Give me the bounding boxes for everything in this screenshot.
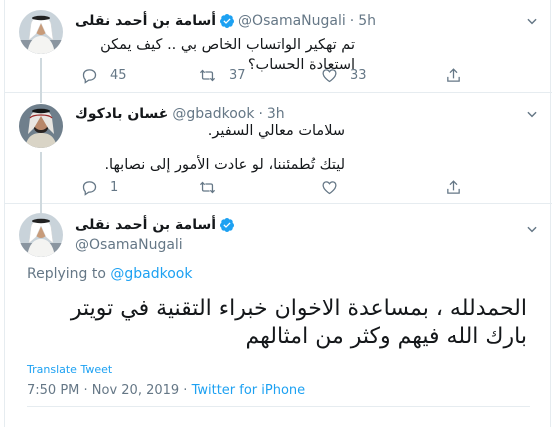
avatar-ghassan[interactable] bbox=[19, 104, 63, 148]
retweet-icon bbox=[199, 181, 216, 194]
share-icon bbox=[447, 180, 460, 194]
share-button[interactable] bbox=[445, 179, 462, 196]
tweet-text-line1: سلامات معالي السفير. bbox=[207, 123, 345, 139]
tweet-text: الحمدلله ، بمساعدة الاخوان خبراء التقنية… bbox=[70, 296, 527, 349]
tweet-ghassan[interactable]: غسان بادكوك @gbadkook · 3h سلامات معالي … bbox=[5, 93, 552, 204]
tweet-timestamp[interactable]: 7:50 PM · Nov 20, 2019 · bbox=[27, 383, 192, 398]
reply-count: 1 bbox=[110, 180, 119, 195]
reply-count: 45 bbox=[110, 68, 127, 83]
author-handle[interactable]: @OsamaNugali bbox=[75, 237, 183, 253]
verified-badge-icon bbox=[219, 217, 235, 233]
reply-button[interactable]: 1 bbox=[81, 179, 118, 196]
reply-button[interactable]: 45 bbox=[81, 67, 127, 84]
tweet-metadata: 7:50 PM · Nov 20, 2019 · Twitter for iPh… bbox=[27, 383, 305, 398]
timeline-frame: أسامة بن أحمد نقلى @OsamaNugali · 5h تم … bbox=[4, 0, 552, 427]
retweet-count: 37 bbox=[229, 68, 246, 83]
like-count: 33 bbox=[350, 68, 367, 83]
share-button[interactable] bbox=[445, 67, 462, 84]
separator-dot: · bbox=[349, 13, 355, 29]
share-icon bbox=[447, 68, 460, 82]
avatar-osama[interactable] bbox=[19, 10, 63, 54]
author-handle[interactable]: @OsamaNugali bbox=[238, 13, 346, 29]
verified-badge-icon bbox=[219, 13, 235, 29]
replying-to-handle[interactable]: @gbadkook bbox=[110, 266, 192, 282]
replying-to-label: Replying to bbox=[27, 266, 111, 282]
separator-dot: · bbox=[258, 106, 263, 122]
thread-line bbox=[40, 93, 42, 103]
chevron-down-icon[interactable] bbox=[525, 14, 539, 31]
divider bbox=[27, 406, 530, 407]
heart-icon bbox=[322, 69, 337, 83]
thread-line bbox=[40, 152, 42, 204]
timestamp[interactable]: 5h bbox=[358, 13, 376, 29]
translate-tweet-link[interactable]: Translate Tweet bbox=[27, 363, 112, 376]
chevron-down-icon[interactable] bbox=[525, 222, 539, 239]
like-button[interactable]: 33 bbox=[321, 67, 367, 84]
heart-icon bbox=[322, 181, 337, 195]
timestamp[interactable]: 3h bbox=[267, 106, 285, 122]
like-button[interactable] bbox=[321, 179, 338, 196]
tweet-osama-focused[interactable]: أسامة بن أحمد نقلى @OsamaNugali Replying… bbox=[5, 204, 552, 427]
author-name[interactable]: غسان بادكوك bbox=[75, 106, 168, 122]
author-name[interactable]: أسامة بن أحمد نقلى bbox=[75, 217, 216, 233]
author-handle[interactable]: @gbadkook bbox=[172, 106, 254, 122]
chevron-down-icon[interactable] bbox=[525, 107, 539, 124]
retweet-icon bbox=[199, 69, 216, 82]
retweet-button[interactable]: 37 bbox=[198, 67, 246, 84]
tweet-text-line2: ليتك تُطمئننا، لو عادت الأمور إلى نصابها… bbox=[104, 157, 345, 173]
thread-line bbox=[40, 58, 42, 93]
tweet-osama[interactable]: أسامة بن أحمد نقلى @OsamaNugali · 5h تم … bbox=[5, 0, 552, 93]
replying-to: Replying to @gbadkook bbox=[27, 266, 192, 282]
avatar-osama[interactable] bbox=[19, 213, 63, 257]
retweet-button[interactable] bbox=[198, 179, 217, 196]
tweet-source[interactable]: Twitter for iPhone bbox=[192, 383, 306, 398]
reply-icon bbox=[82, 181, 97, 196]
reply-icon bbox=[82, 69, 97, 84]
author-name[interactable]: أسامة بن أحمد نقلى bbox=[75, 13, 216, 29]
thread-line bbox=[40, 204, 42, 213]
